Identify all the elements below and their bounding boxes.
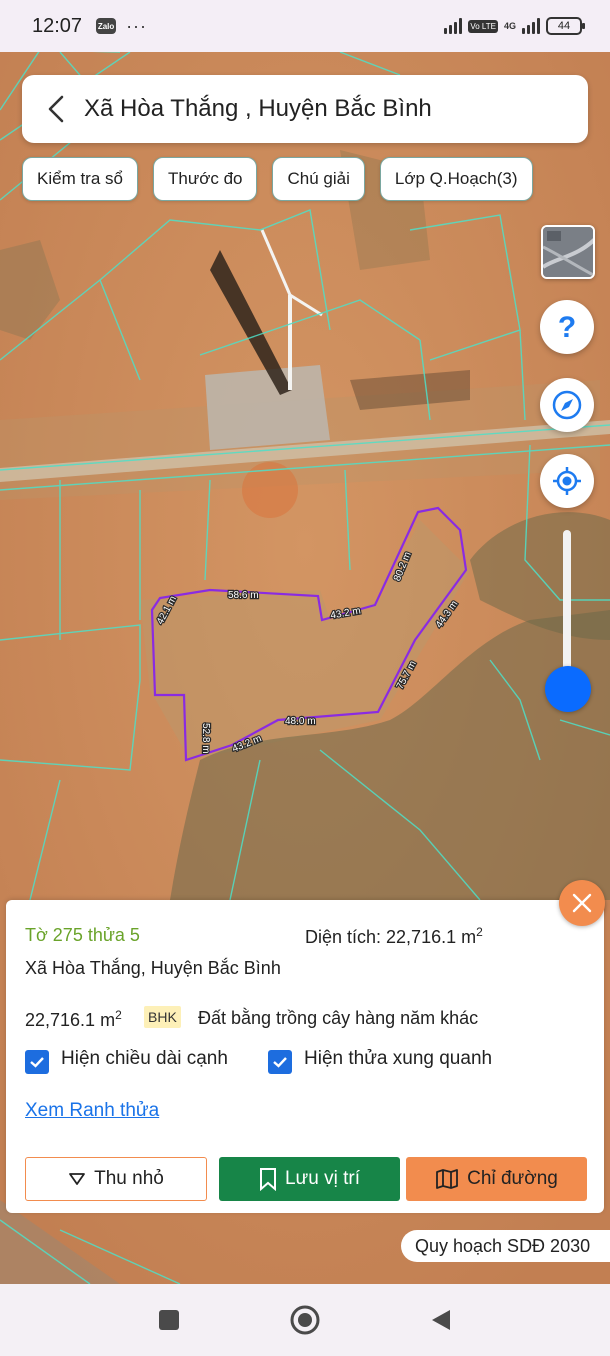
parcel-info-panel: Tờ 275 thửa 5 Diện tích: 22,716.1 m2 Xã … xyxy=(6,900,604,1213)
show-neighbors-label: Hiện thửa xung quanh xyxy=(304,1048,493,1069)
status-bar: 12:07 Zalo ··· Vo LTE 4G 44 xyxy=(0,0,610,52)
volte-icon: Vo LTE xyxy=(468,19,498,33)
size-exponent: 2 xyxy=(115,1008,122,1022)
show-edge-length-label: Hiện chiều dài cạnh xyxy=(61,1048,228,1069)
parcel-size: 22,716.1 m2 xyxy=(25,1008,122,1031)
zalo-notification-icon: Zalo xyxy=(96,18,117,34)
edge-label: 48.0 m xyxy=(285,716,316,727)
legend-chip[interactable]: Chú giải xyxy=(272,157,365,201)
network-type-label: 4G xyxy=(503,21,516,31)
back-arrow-icon[interactable] xyxy=(42,95,70,123)
edge-label: 58.6 m xyxy=(228,590,259,601)
compass-button[interactable] xyxy=(540,378,594,432)
map-icon xyxy=(436,1169,459,1189)
directions-label: Chỉ đường xyxy=(467,1168,558,1189)
edge-label: 52.8 m xyxy=(200,723,211,754)
home-button[interactable] xyxy=(287,1302,323,1338)
home-icon xyxy=(290,1305,320,1335)
location-title: Xã Hòa Thắng , Huyện Bắc Bình xyxy=(84,95,432,122)
status-time: 12:07 xyxy=(32,14,83,37)
triangle-down-icon xyxy=(69,1173,86,1185)
opacity-slider-handle[interactable] xyxy=(545,666,591,712)
view-boundary-link[interactable]: Xem Ranh thửa xyxy=(25,1100,159,1122)
close-panel-button[interactable] xyxy=(559,880,605,926)
close-icon xyxy=(572,893,592,913)
back-button[interactable] xyxy=(423,1302,459,1338)
check-icon xyxy=(30,1057,44,1068)
map-layer-icon xyxy=(543,227,593,277)
back-triangle-icon xyxy=(432,1310,450,1330)
area-exponent: 2 xyxy=(476,925,483,939)
measure-chip[interactable]: Thước đo xyxy=(152,157,258,201)
signal-2-icon xyxy=(522,18,540,34)
planning-layer-tag[interactable]: Quy hoạch SDĐ 2030 xyxy=(401,1230,610,1262)
parcel-address: Xã Hòa Thắng, Huyện Bắc Bình xyxy=(25,958,281,978)
recents-button[interactable] xyxy=(151,1302,187,1338)
help-button[interactable]: ? xyxy=(540,300,594,354)
parcel-area: Diện tích: 22,716.1 m2 xyxy=(305,925,483,948)
parcel-sheet-number: Tờ 275 thửa 5 xyxy=(25,925,140,945)
more-notifications-icon: ··· xyxy=(126,15,148,36)
map-type-thumbnail[interactable] xyxy=(541,225,595,279)
shrink-button[interactable]: Thu nhỏ xyxy=(25,1157,207,1201)
question-icon: ? xyxy=(558,312,576,342)
shrink-label: Thu nhỏ xyxy=(94,1168,164,1189)
directions-button[interactable]: Chỉ đường xyxy=(406,1157,587,1201)
location-header: Xã Hòa Thắng , Huyện Bắc Bình xyxy=(22,75,588,143)
bookmark-icon xyxy=(259,1168,276,1191)
locate-icon xyxy=(553,467,581,495)
save-location-button[interactable]: Lưu vị trí xyxy=(219,1157,400,1201)
show-edge-length-checkbox[interactable] xyxy=(25,1050,49,1074)
status-indicators: Vo LTE 4G 44 xyxy=(444,17,585,35)
save-location-label: Lưu vị trí xyxy=(284,1168,361,1189)
planning-layers-chip[interactable]: Lớp Q.Hoạch(3) xyxy=(379,157,533,201)
compass-icon xyxy=(552,390,582,420)
system-nav-bar xyxy=(0,1284,610,1356)
land-use-code-badge: BHK xyxy=(144,1006,181,1028)
check-icon xyxy=(273,1057,287,1068)
land-use-description: Đất bằng trồng cây hàng năm khác xyxy=(198,1008,479,1028)
svg-text:?: ? xyxy=(558,312,576,342)
area-label: Diện tích: 22,716.1 m xyxy=(305,927,477,947)
signal-icon xyxy=(444,18,463,34)
size-value: 22,716.1 m xyxy=(25,1010,116,1030)
show-neighbors-checkbox[interactable] xyxy=(268,1050,292,1074)
check-book-chip[interactable]: Kiểm tra sổ xyxy=(22,157,138,201)
tool-chips: Kiểm tra sổ Thước đo Chú giải Lớp Q.Hoạc… xyxy=(22,157,533,201)
recents-icon xyxy=(159,1310,179,1330)
battery-level: 44 xyxy=(557,20,571,32)
my-location-button[interactable] xyxy=(540,454,594,508)
battery-icon: 44 xyxy=(546,17,585,35)
